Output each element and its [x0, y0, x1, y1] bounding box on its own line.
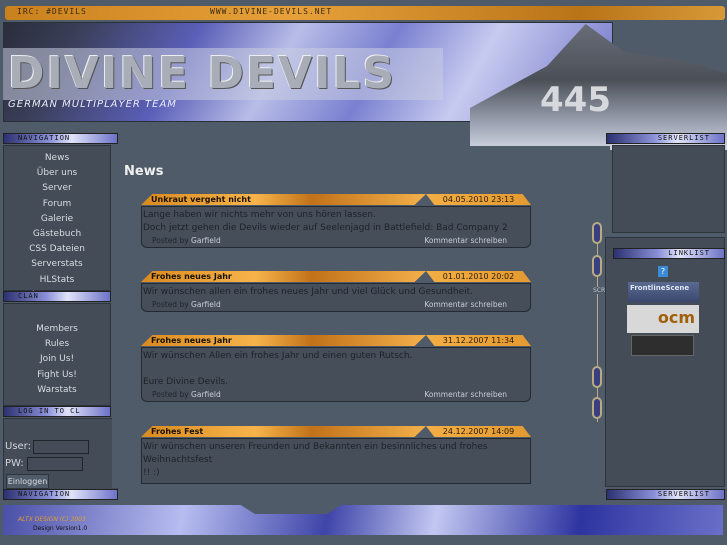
- login-title: LOG IN TO CL: [3, 406, 111, 417]
- post-date: 24.12.2007 14:09: [426, 426, 531, 437]
- nav-members[interactable]: Members: [4, 322, 110, 337]
- login-button[interactable]: Einloggen: [6, 474, 49, 489]
- post-text: Lange haben wir nichts mehr von uns höre…: [143, 210, 376, 220]
- comment-link[interactable]: Kommentar schreiben: [424, 389, 507, 401]
- scroll-up-button[interactable]: [592, 255, 602, 277]
- scroll-track: [597, 222, 598, 422]
- post-date: 01.01.2010 20:02: [426, 271, 531, 282]
- tagline: GERMAN MULTIPLAYER TEAM: [8, 99, 177, 110]
- pw-label: PW:: [5, 458, 24, 469]
- nav-fight-us[interactable]: Fight Us!: [4, 368, 110, 383]
- clan-menu: Members Rules Join Us! Fight Us! Warstat…: [3, 303, 111, 406]
- scrollbar[interactable]: SCROLLBAR: [592, 222, 629, 422]
- nav-serverstats[interactable]: Serverstats: [4, 257, 110, 272]
- irc-channel: IRC: #DEVILS: [17, 7, 87, 16]
- clan-title: CLAN: [3, 291, 111, 302]
- post-date: 04.05.2010 23:13: [426, 194, 531, 205]
- bottom-nav-title: NAVIGATION: [3, 489, 118, 500]
- scroll-up-fast-button[interactable]: [592, 222, 602, 244]
- scroll-down-fast-button[interactable]: [592, 397, 602, 419]
- nav-css-files[interactable]: CSS Dateien: [4, 242, 110, 257]
- post-text: !! :): [143, 468, 160, 478]
- post-text: Doch jetzt gehen die Devils wieder auf S…: [143, 223, 508, 233]
- post-author[interactable]: Garfield: [191, 236, 221, 245]
- banner-link[interactable]: [631, 335, 694, 356]
- nav-hlstats[interactable]: HLStats: [4, 273, 110, 288]
- posted-by-label: Posted by: [152, 390, 189, 399]
- nav-join-us[interactable]: Join Us!: [4, 352, 110, 367]
- nav-warstats[interactable]: Warstats: [4, 383, 110, 398]
- post-author[interactable]: Garfield: [191, 300, 221, 309]
- post-title: Frohes neues Jahr: [141, 335, 426, 346]
- scroll-down-button[interactable]: [592, 366, 602, 388]
- nav-gallery[interactable]: Galerie: [4, 212, 110, 227]
- ocm-link[interactable]: ocm: [627, 305, 699, 333]
- bottom-serverlist-title: SERVERLIST: [606, 489, 725, 500]
- comment-link[interactable]: Kommentar schreiben: [424, 299, 507, 311]
- posted-by-label: Posted by: [152, 236, 189, 245]
- post-date: 31.12.2007 11:34: [426, 335, 531, 346]
- user-label: User:: [5, 441, 31, 452]
- top-bar: IRC: #DEVILS WWW.DIVINE-DEVILS.NET: [5, 6, 725, 20]
- news-post: Frohes neues Jahr 31.12.2007 11:34 Wir wü…: [141, 335, 531, 402]
- posted-by-label: Posted by: [152, 300, 189, 309]
- username-input[interactable]: [33, 440, 89, 454]
- nav-guestbook[interactable]: Gästebuch: [4, 227, 110, 242]
- help-link-icon[interactable]: ?: [658, 266, 668, 277]
- scrollbar-label: SCROLLBAR: [593, 287, 629, 294]
- news-post: Frohes Fest 24.12.2007 14:09 Wir wünschen…: [141, 426, 531, 484]
- nav-about[interactable]: Über uns: [4, 166, 110, 181]
- nav-menu: News Über uns Server Forum Galerie Gäste…: [3, 145, 111, 300]
- post-text: Wir wünschen Allen ein frohes Jahr und e…: [143, 351, 413, 361]
- news-post: Unkraut vergeht nicht 04.05.2010 23:13 La…: [141, 194, 531, 248]
- ship-number: 445: [540, 80, 611, 120]
- nav-forum[interactable]: Forum: [4, 197, 110, 212]
- nav-server[interactable]: Server: [4, 181, 110, 196]
- page-title: News: [124, 164, 164, 179]
- nav-title: NAVIGATION: [3, 133, 118, 144]
- serverlist-title: SERVERLIST: [606, 133, 725, 144]
- nav-rules[interactable]: Rules: [4, 337, 110, 352]
- footer-copyright: ALTX DESIGN (C) 2003: [18, 516, 86, 523]
- post-text: Eure Divine Devils.: [143, 377, 228, 387]
- serverlist-box: [612, 145, 725, 233]
- nav-news[interactable]: News: [4, 151, 110, 166]
- post-title: Frohes Fest: [141, 426, 426, 437]
- news-post: Frohes neues Jahr 01.01.2010 20:02 Wir wü…: [141, 271, 531, 312]
- frontlinescene-link[interactable]: FrontlineScene: [628, 282, 699, 302]
- comment-link[interactable]: Kommentar schreiben: [424, 235, 507, 247]
- post-text: Wir wünschen allen ein frohes neues Jahr…: [143, 287, 473, 297]
- footer-banner: [3, 505, 723, 535]
- post-title: Unkraut vergeht nicht: [141, 194, 426, 205]
- post-text: Wir wünschen unseren Freunden und Bekann…: [143, 442, 488, 465]
- post-title: Frohes neues Jahr: [141, 271, 426, 282]
- site-url[interactable]: WWW.DIVINE-DEVILS.NET: [210, 7, 332, 16]
- site-logo: DIVINE DEVILS: [8, 48, 397, 99]
- post-author[interactable]: Garfield: [191, 390, 221, 399]
- footer-version: Design Version1.0: [33, 525, 88, 532]
- linklist-title: LINKLIST: [613, 248, 725, 259]
- password-input[interactable]: [27, 457, 83, 471]
